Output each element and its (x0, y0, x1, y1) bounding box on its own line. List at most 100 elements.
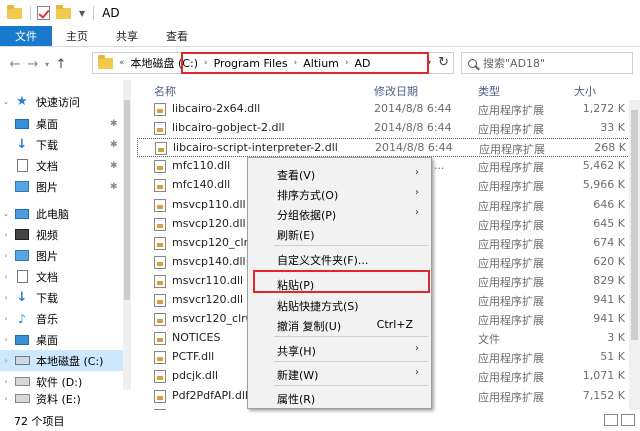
file-name: Pdf2PdfAPI.dll (172, 388, 248, 402)
file-row[interactable]: libcairo-gobject-2.dll 2014/8/8 6:44 应用程序扩… (137, 119, 640, 138)
pin-icon[interactable]: ✱ (110, 182, 118, 192)
nav-quick-access[interactable]: ⌄ ★ 快速访问 (0, 91, 130, 112)
dll-file-icon (154, 313, 166, 327)
nav-desktop[interactable]: 桌面 ✱ (0, 113, 130, 134)
menu-item-share[interactable]: 共享(H) › (248, 339, 431, 360)
breadcrumb-separator-icon[interactable]: › (345, 58, 349, 68)
nav-label: 桌面 (36, 333, 58, 347)
properties-check-icon[interactable] (35, 6, 51, 20)
menu-item-sort-by[interactable]: 排序方式(O) › (248, 183, 431, 204)
file-name: mfc140.dll (172, 178, 231, 192)
chevron-right-icon[interactable]: › (0, 314, 12, 323)
column-date[interactable]: 修改日期 (374, 83, 418, 99)
file-row[interactable]: libcairo-script-interpreter-2.dll 2014/8/… (137, 138, 640, 158)
tab-share[interactable]: 共享 (102, 26, 152, 46)
column-size[interactable]: 大小 (574, 83, 596, 99)
file-date: 2014/8/8 6:44 (374, 102, 452, 115)
breadcrumb-ad[interactable]: AD (355, 57, 371, 70)
tab-file[interactable]: 文件 (0, 26, 52, 46)
nav-this-pc[interactable]: ⌄ 此电脑 (0, 203, 130, 224)
quick-access-dropdown-icon[interactable]: ▼ (79, 9, 85, 18)
file-type: 应用程序扩展 (478, 275, 544, 289)
breadcrumb-altium[interactable]: Altium (303, 57, 339, 70)
nav-downloads[interactable]: ↓ 下载 ✱ (0, 134, 130, 155)
breadcrumb-program-files[interactable]: Program Files (214, 57, 288, 70)
breadcrumb-separator-icon[interactable]: › (204, 58, 208, 68)
address-bar[interactable]: « 本地磁盘 (C:) › Program Files › Altium › A… (92, 52, 454, 74)
chevron-right-icon[interactable]: › (0, 293, 12, 302)
submenu-arrow-icon: › (415, 367, 419, 378)
file-size: 33 K (600, 121, 625, 135)
nav-drive-c[interactable]: › 本地磁盘 (C:) (0, 350, 130, 371)
chevron-down-icon[interactable]: ⌄ (0, 97, 12, 106)
file-row[interactable]: libcairo-2x64.dll 2014/8/8 6:44 应用程序扩展 1,27… (137, 100, 640, 119)
chevron-right-icon[interactable]: › (0, 394, 12, 403)
nav-pc-documents[interactable]: › 文档 (0, 266, 130, 287)
submenu-arrow-icon: › (415, 167, 419, 178)
menu-item-group-by[interactable]: 分组依据(P) › (248, 203, 431, 224)
chevron-right-icon[interactable]: › (0, 272, 12, 281)
pin-icon[interactable]: ✱ (110, 140, 118, 150)
column-type[interactable]: 类型 (478, 83, 500, 99)
dll-file-icon (154, 332, 166, 346)
file-size: 941 K (593, 312, 625, 326)
file-type: 文件 (478, 333, 500, 347)
nav-music[interactable]: › ♪ 音乐 (0, 308, 130, 329)
forward-arrow-icon[interactable]: → (24, 57, 42, 72)
nav-pictures[interactable]: 图片 ✱ (0, 176, 130, 197)
pin-icon[interactable]: ✱ (110, 161, 118, 171)
chevron-right-icon[interactable]: › (0, 335, 12, 344)
nav-videos[interactable]: › 视频 (0, 224, 130, 245)
up-arrow-icon[interactable]: ↑ (52, 57, 70, 72)
nav-documents[interactable]: 文档 ✱ (0, 155, 130, 176)
back-arrow-icon[interactable]: ← (6, 57, 24, 72)
menu-item-refresh[interactable]: 刷新(E) (248, 223, 431, 244)
video-icon (14, 228, 30, 242)
nav-scrollbar[interactable] (123, 80, 131, 390)
menu-label: 共享(H) (277, 345, 316, 358)
breadcrumb-separator-icon[interactable]: › (294, 58, 298, 68)
nav-pc-desktop[interactable]: › 桌面 (0, 329, 130, 350)
menu-label: 撤消 复制(U) (277, 320, 342, 333)
tab-home[interactable]: 主页 (52, 26, 102, 46)
menu-item-new[interactable]: 新建(W) › (248, 363, 431, 384)
menu-item-properties[interactable]: 属性(R) (248, 387, 431, 408)
new-folder-icon[interactable] (55, 4, 71, 20)
breadcrumb-drive-c[interactable]: 本地磁盘 (C:) (131, 55, 198, 71)
large-icons-view-icon[interactable] (621, 414, 635, 426)
menu-item-paste[interactable]: 粘贴(P) (248, 273, 431, 294)
chevron-right-icon[interactable]: › (0, 356, 12, 365)
tab-view[interactable]: 查看 (152, 26, 202, 46)
recent-dropdown-icon[interactable]: ▾ (42, 60, 52, 69)
details-view-icon[interactable] (604, 414, 618, 426)
chevron-right-icon[interactable]: › (0, 377, 12, 386)
file-size: 829 K (593, 273, 625, 287)
file-list-scrollbar[interactable] (629, 100, 640, 410)
search-input[interactable]: 搜索"AD18" (461, 52, 633, 74)
chevron-right-icon[interactable]: › (0, 230, 12, 239)
nav-pc-downloads[interactable]: › ↓ 下载 (0, 287, 130, 308)
nav-pc-pictures[interactable]: › 图片 (0, 245, 130, 266)
submenu-arrow-icon: › (415, 207, 419, 218)
menu-item-customize-folder[interactable]: 自定义文件夹(F)... (248, 248, 431, 269)
menu-item-undo-copy[interactable]: 撤消 复制(U) Ctrl+Z (248, 314, 431, 335)
menu-separator (274, 245, 428, 246)
pin-icon[interactable]: ✱ (110, 119, 118, 129)
breadcrumb-overflow[interactable]: « (119, 58, 125, 68)
nav-scrollbar-thumb[interactable] (124, 100, 130, 300)
menu-item-paste-shortcut[interactable]: 粘贴快捷方式(S) (248, 294, 431, 315)
nav-label: 视频 (36, 228, 58, 242)
nav-label: 此电脑 (36, 207, 69, 221)
search-icon (468, 58, 477, 68)
column-name[interactable]: 名称 (154, 83, 176, 99)
refresh-icon[interactable]: ↻ (438, 55, 449, 70)
chevron-right-icon[interactable]: › (0, 251, 12, 260)
chevron-down-icon[interactable]: ⌄ (0, 209, 12, 218)
menu-item-view[interactable]: 查看(V) › (248, 163, 431, 184)
file-type: 应用程序扩展 (478, 352, 544, 366)
download-icon: ↓ (16, 290, 28, 305)
address-dropdown-icon[interactable]: ▾ (427, 58, 431, 67)
menu-label: 刷新(E) (277, 229, 315, 242)
file-list-scrollbar-thumb[interactable] (631, 110, 638, 340)
nav-drive-e[interactable]: › 资料 (E:) (0, 388, 130, 409)
